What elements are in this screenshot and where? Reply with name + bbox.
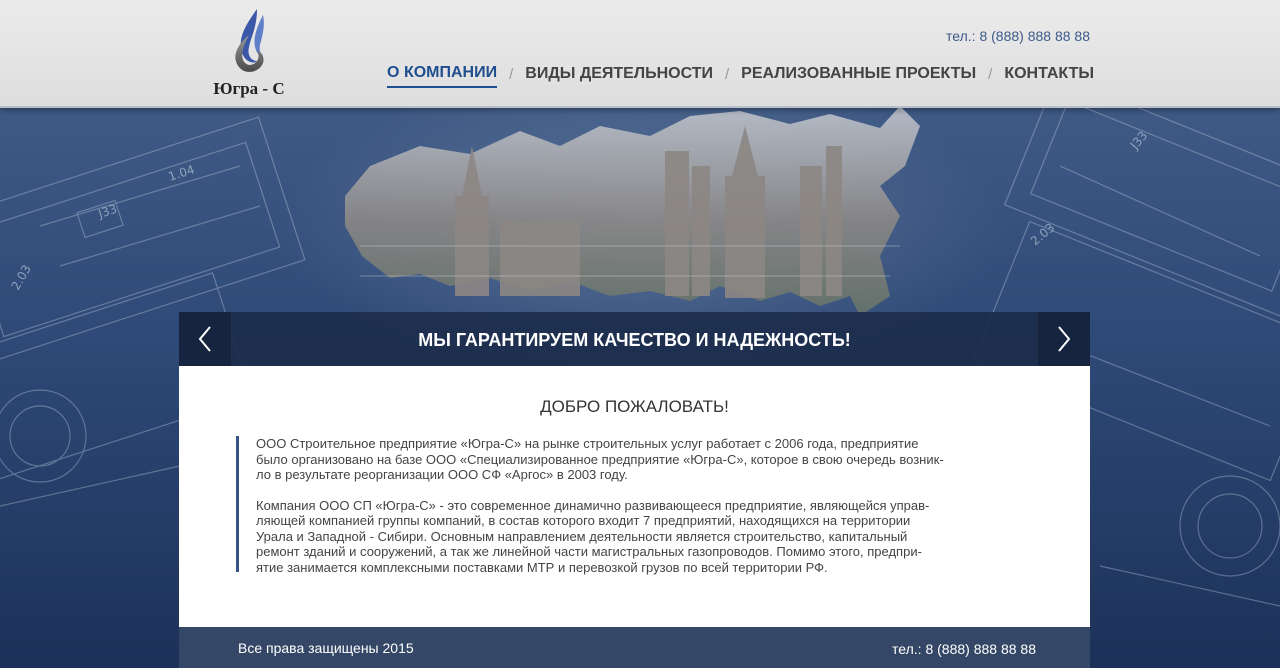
nav-item-activities[interactable]: ВИДЫ ДЕЯТЕЛЬНОСТИ [525,65,713,87]
welcome-title: ДОБРО ПОЖАЛОВАТЬ! [540,397,729,416]
text-line: ремонт зданий и сооружений, а так же лин… [256,544,922,559]
site-footer: Все права защищены 2015 тел.: 8 (888) 88… [179,627,1090,668]
nav-separator: / [509,65,514,83]
logo-text: Югра - С [213,79,285,98]
text-line: ляющей компанией группы компаний, в сост… [256,513,911,528]
slider-next-button[interactable] [1038,312,1090,366]
nav-item-about[interactable]: О КОМПАНИИ [387,64,498,88]
slider-bar: МЫ ГАРАНТИРУЕМ КАЧЕСТВО И НАДЕЖНОСТЬ! [179,312,1090,366]
welcome-section: ДОБРО ПОЖАЛОВАТЬ! ООО Строительное предп… [179,366,1090,627]
drawing-label: 2.03 [8,262,33,292]
paragraph-2: Компания ООО СП «Югра-С» - это современн… [256,498,1018,576]
text-line: было организовано на базе ООО «Специализ… [256,451,944,467]
text-line: ООО Строительное предприятие «Югра-С» на… [256,436,919,451]
text-line: ятие занимается комплексными поставками … [256,559,828,575]
slider-caption: МЫ ГАРАНТИРУЕМ КАЧЕСТВО И НАДЕЖНОСТЬ! [418,330,851,350]
main-nav: О КОМПАНИИ / ВИДЫ ДЕЯТЕЛЬНОСТИ / РЕАЛИЗО… [387,64,1094,88]
slider-prev-button[interactable] [179,312,231,366]
site-header: Югра - С тел.: 8 (888) 888 88 88 О КОМПА… [0,0,1280,108]
nav-item-contacts[interactable]: КОНТАКТЫ [1004,65,1094,87]
chevron-right-icon [1058,326,1071,352]
flame-logo-icon [235,9,264,72]
footer-phone[interactable]: тел.: 8 (888) 888 88 88 [892,641,1036,657]
nav-separator: / [725,65,730,83]
text-line: Компания ООО СП «Югра-С» - это современн… [256,497,930,513]
paragraph-1: ООО Строительное предприятие «Югра-С» на… [256,436,1018,483]
drawing-label: J33 [96,202,119,221]
chevron-left-icon [198,326,211,352]
text-line: Урала и Западной - Сибири. Основным напр… [256,528,908,544]
text-line: ло в результате реорганизации ООО СФ «Ар… [256,467,628,482]
header-phone[interactable]: тел.: 8 (888) 888 88 88 [946,28,1090,44]
nav-item-projects[interactable]: РЕАЛИЗОВАННЫЕ ПРОЕКТЫ [741,65,976,87]
nav-separator: / [988,65,993,83]
welcome-text: ООО Строительное предприятие «Югра-С» на… [236,436,1018,575]
footer-copyright: Все права защищены 2015 [238,640,414,656]
company-logo[interactable]: Югра - С [212,5,286,101]
